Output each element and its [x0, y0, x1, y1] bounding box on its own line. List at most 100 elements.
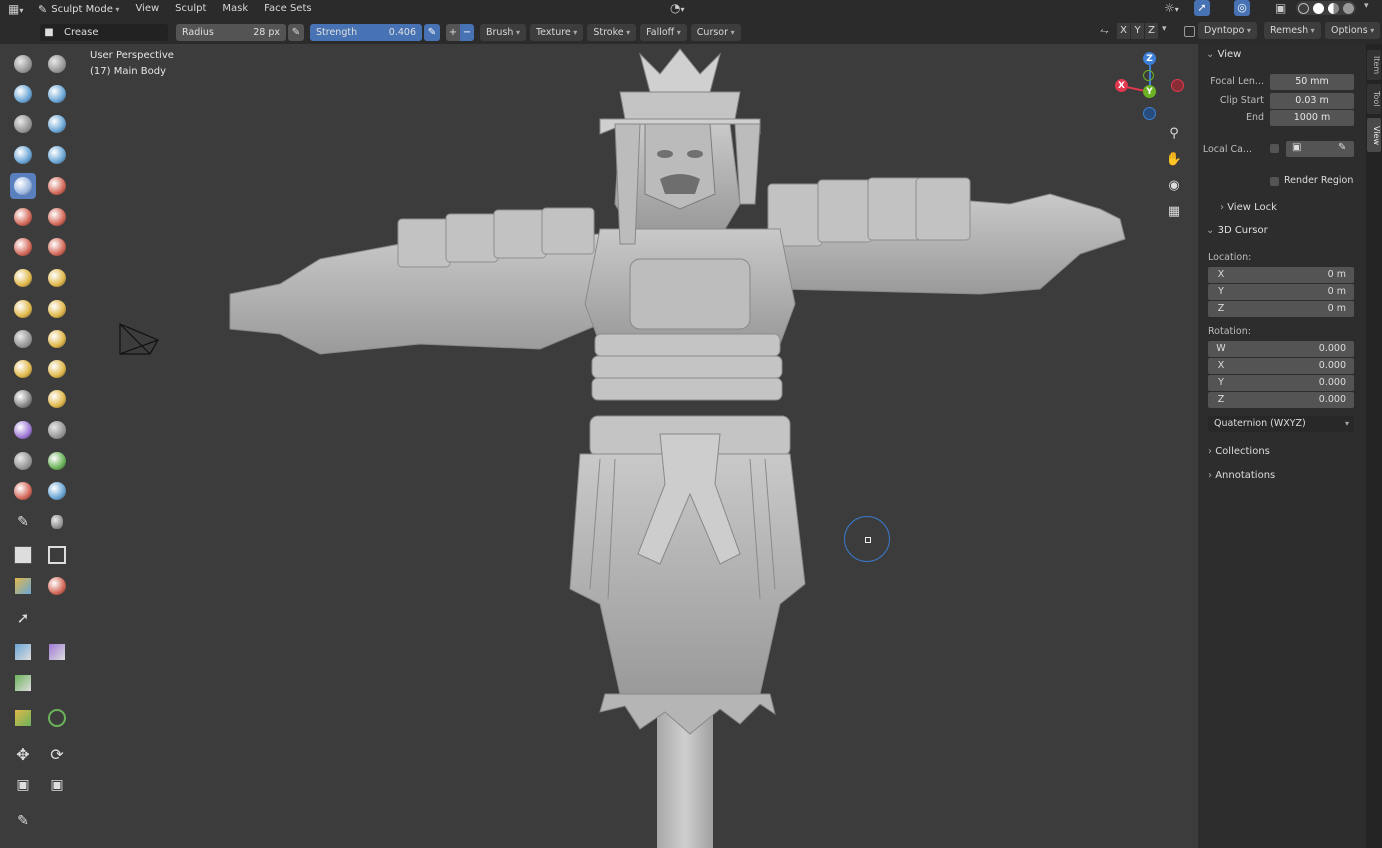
rotate-transform-icon[interactable]	[10, 670, 36, 696]
rotate-icon[interactable]	[44, 356, 70, 382]
annotate-icon[interactable]: ✎	[10, 808, 36, 834]
xray-icon[interactable]: ▣	[1275, 1, 1286, 15]
falloff-dropdown[interactable]: Falloff	[640, 23, 687, 41]
overlays-toggle-icon[interactable]: ◎	[1234, 0, 1250, 16]
draw-sharp-icon[interactable]	[44, 51, 70, 77]
transform-tool-icon[interactable]: ▣	[44, 772, 70, 798]
tab-view[interactable]: View	[1367, 118, 1381, 152]
ortho-grid-icon[interactable]: ▦	[1163, 200, 1185, 222]
local-camera-checkbox[interactable]	[1270, 144, 1279, 153]
symmetry-x[interactable]: X	[1117, 23, 1130, 39]
scale-tool-icon[interactable]: ▣	[10, 772, 36, 798]
texture-dropdown[interactable]: Texture	[529, 23, 584, 41]
rotate-tool-icon[interactable]: ⟳	[44, 741, 70, 767]
object-types-visibility-icon[interactable]: ☼▾	[1164, 1, 1179, 15]
multiplane-scrape-icon[interactable]	[44, 234, 70, 260]
transform-icon[interactable]	[44, 705, 70, 731]
rotation-y-field[interactable]: Y 0.000	[1208, 375, 1354, 391]
snap-icon[interactable]: ◔▾	[670, 1, 685, 15]
color-filter-icon[interactable]	[44, 573, 70, 599]
box-hide-icon[interactable]	[44, 478, 70, 504]
brush-dropdown[interactable]: Brush	[480, 23, 526, 41]
box-face-set-icon[interactable]: ✎	[10, 509, 36, 535]
view-lock-subpanel[interactable]: › View Lock	[1220, 202, 1277, 213]
mask-icon[interactable]	[10, 448, 36, 474]
cursor-dropdown[interactable]: Cursor	[690, 23, 741, 41]
gizmo-y-axis[interactable]: Y	[1143, 85, 1156, 98]
inflate-icon[interactable]	[10, 142, 36, 168]
collections-subpanel[interactable]: › Collections	[1208, 446, 1270, 457]
clip-start-field[interactable]: 0.03 m	[1270, 93, 1354, 109]
mesh-filter-icon[interactable]	[44, 542, 70, 568]
zoom-icon[interactable]: ⚲	[1163, 122, 1185, 144]
3d-viewport[interactable]: User Perspective (17) Main Body Z X Y ⚲ …	[0, 44, 1198, 848]
dyntopo-dropdown[interactable]: Dyntopo	[1198, 22, 1257, 39]
menu-face-sets[interactable]: Face Sets	[256, 0, 319, 18]
edit-face-set-icon[interactable]: ➚	[10, 605, 36, 631]
smooth-icon[interactable]	[44, 173, 70, 199]
3d-cursor-section-header[interactable]: ⌄ 3D Cursor	[1206, 225, 1268, 236]
nudge-icon[interactable]	[10, 356, 36, 382]
menu-mask[interactable]: Mask	[214, 0, 256, 18]
location-x-field[interactable]: X 0 m	[1208, 267, 1354, 283]
clip-end-field[interactable]: 1000 m	[1270, 110, 1354, 126]
rotation-w-field[interactable]: W 0.000	[1208, 341, 1354, 357]
annotations-subpanel[interactable]: › Annotations	[1208, 470, 1275, 481]
strength-pressure-icon[interactable]: ✎	[424, 23, 440, 41]
rotation-x-field[interactable]: X 0.000	[1208, 358, 1354, 374]
rotation-mode-select[interactable]: Quaternion (WXYZ) ▾	[1208, 416, 1354, 432]
blob-icon[interactable]	[44, 142, 70, 168]
view-section-header[interactable]: ⌄ View	[1206, 49, 1241, 60]
strength-field[interactable]: Strength 0.406	[310, 23, 422, 41]
shading-options-icon[interactable]: ▾	[1364, 1, 1369, 11]
symmetry-options-icon[interactable]: ▾	[1162, 24, 1167, 34]
location-z-field[interactable]: Z 0 m	[1208, 301, 1354, 317]
clay-strips-icon[interactable]	[44, 81, 70, 107]
thumb-icon[interactable]	[10, 326, 36, 352]
direction-add-icon[interactable]: +	[446, 23, 460, 41]
eyedropper-icon[interactable]: ✎	[1338, 142, 1346, 153]
box-trim-icon[interactable]	[44, 509, 70, 535]
cloth-icon[interactable]	[10, 417, 36, 443]
pinch-icon[interactable]	[10, 265, 36, 291]
slide-relax-icon[interactable]	[10, 386, 36, 412]
pose-icon[interactable]	[44, 326, 70, 352]
menu-sculpt[interactable]: Sculpt	[167, 0, 214, 18]
snake-hook-icon[interactable]	[44, 296, 70, 322]
symmetry-y[interactable]: Y	[1131, 23, 1144, 39]
flatten-icon[interactable]	[10, 204, 36, 230]
cloth-filter-icon[interactable]	[10, 573, 36, 599]
draw-icon[interactable]	[10, 51, 36, 77]
box-mask-icon[interactable]	[10, 478, 36, 504]
render-region-checkbox[interactable]	[1270, 177, 1279, 186]
symmetry-z[interactable]: Z	[1145, 23, 1158, 39]
stroke-dropdown[interactable]: Stroke	[587, 23, 637, 41]
gizmo-toggle-icon[interactable]: ➚	[1194, 0, 1210, 16]
gizmo-z-axis[interactable]: Z	[1143, 52, 1156, 65]
draw-face-sets-icon[interactable]	[44, 448, 70, 474]
mode-selector[interactable]: ✎ Sculpt Mode	[38, 3, 119, 16]
shading-solid-icon[interactable]	[1296, 1, 1356, 15]
boundary-icon[interactable]	[44, 386, 70, 412]
location-y-field[interactable]: Y 0 m	[1208, 284, 1354, 300]
pan-hand-icon[interactable]: ✋	[1163, 148, 1185, 170]
scrape-icon[interactable]	[10, 234, 36, 260]
clay-thumb-icon[interactable]	[10, 111, 36, 137]
fill-icon[interactable]	[44, 204, 70, 230]
gizmo-neg-z-axis[interactable]	[1143, 107, 1156, 120]
line-project-icon[interactable]	[10, 542, 36, 568]
scale-icon[interactable]	[10, 705, 36, 731]
radius-field[interactable]: Radius 28 px	[176, 23, 286, 41]
direction-subtract-icon[interactable]: −	[460, 23, 474, 41]
mask-by-color-icon[interactable]	[10, 639, 36, 665]
tab-tool[interactable]: Tool	[1367, 84, 1381, 114]
simplify-icon[interactable]	[44, 417, 70, 443]
rotation-z-field[interactable]: Z 0.000	[1208, 392, 1354, 408]
menu-view[interactable]: View	[127, 0, 167, 18]
editor-type-icon[interactable]: ▦▾	[8, 2, 32, 16]
symmetry-icon[interactable]: ⥊	[1100, 24, 1109, 38]
remesh-dropdown[interactable]: Remesh	[1264, 22, 1321, 39]
tab-item[interactable]: Item	[1367, 50, 1381, 80]
dyntopo-checkbox[interactable]	[1184, 26, 1195, 37]
crease-icon[interactable]	[10, 173, 36, 199]
